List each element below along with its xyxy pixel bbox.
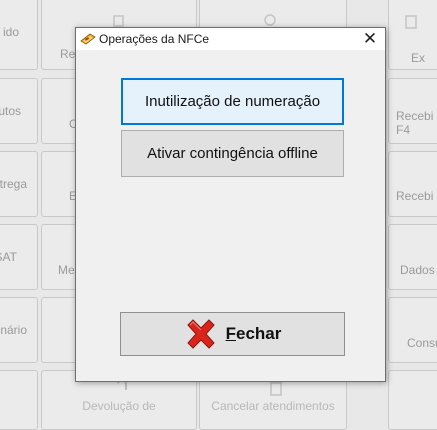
bg-tile-5[interactable]: nário (0, 297, 38, 363)
inutilizacao-button[interactable]: Inutilização de numeração (121, 78, 344, 125)
contingencia-label: Ativar contingência offline (147, 145, 318, 162)
red-x-icon (186, 319, 215, 349)
bg-tile-label: Dados (400, 263, 435, 277)
bg-tile-2[interactable]: utos (0, 78, 38, 144)
bg-tile-label: Me (58, 263, 75, 277)
bg-tile-label: Ex (411, 51, 426, 65)
bg-tile-label: Re (60, 47, 76, 61)
bg-tile-icon (405, 15, 417, 29)
bg-tile-label: trega (0, 177, 27, 191)
bg-tile-label: utos (0, 104, 21, 118)
bg-tile-icon (264, 14, 276, 26)
bg-tile-label: Consu (407, 336, 437, 350)
dialog-titlebar[interactable]: Operações da NFCe ✕ (76, 28, 385, 50)
bg-tile-label: Recebi (396, 189, 434, 203)
nfce-operations-dialog: Operações da NFCe ✕ Inutilização de nume… (75, 27, 386, 382)
close-icon: ✕ (362, 29, 378, 48)
fechar-button[interactable]: Fechar (120, 312, 345, 356)
bg-tile-label: Devolução de (82, 399, 156, 413)
bg-tile-1[interactable]: ido (0, 0, 38, 70)
bg-tile-23[interactable]: Consu (388, 297, 437, 363)
fechar-label: Fechar (225, 324, 282, 343)
bg-tile-label: SAT (0, 250, 17, 264)
bg-tile-3[interactable]: trega (0, 151, 38, 217)
bg-tile-label: Recebi F4 (396, 109, 434, 137)
bg-tile-21[interactable]: Recebi (388, 151, 437, 217)
contingencia-button[interactable]: Ativar contingência offline (121, 130, 344, 177)
bg-tile-4[interactable]: SAT (0, 224, 38, 290)
bg-tile-22[interactable]: Dados (388, 224, 437, 290)
bg-tile-24[interactable] (388, 370, 437, 430)
inutilizacao-label: Inutilização de numeração (144, 93, 321, 110)
bg-tile-icon (113, 15, 124, 27)
bg-tile-19[interactable]: Ex (388, 0, 437, 70)
nfce-app-icon (80, 33, 96, 45)
bg-tile-label: ido (2, 25, 19, 39)
dialog-title: Operações da NFCe (99, 32, 210, 46)
close-button[interactable]: ✕ (355, 28, 385, 50)
bg-tile-label: nário (0, 323, 27, 337)
bg-tile-6[interactable] (0, 370, 38, 430)
bg-tile-label: Cancelar atendimentos (211, 399, 335, 413)
bg-tile-20[interactable]: Recebi F4 (388, 78, 437, 144)
